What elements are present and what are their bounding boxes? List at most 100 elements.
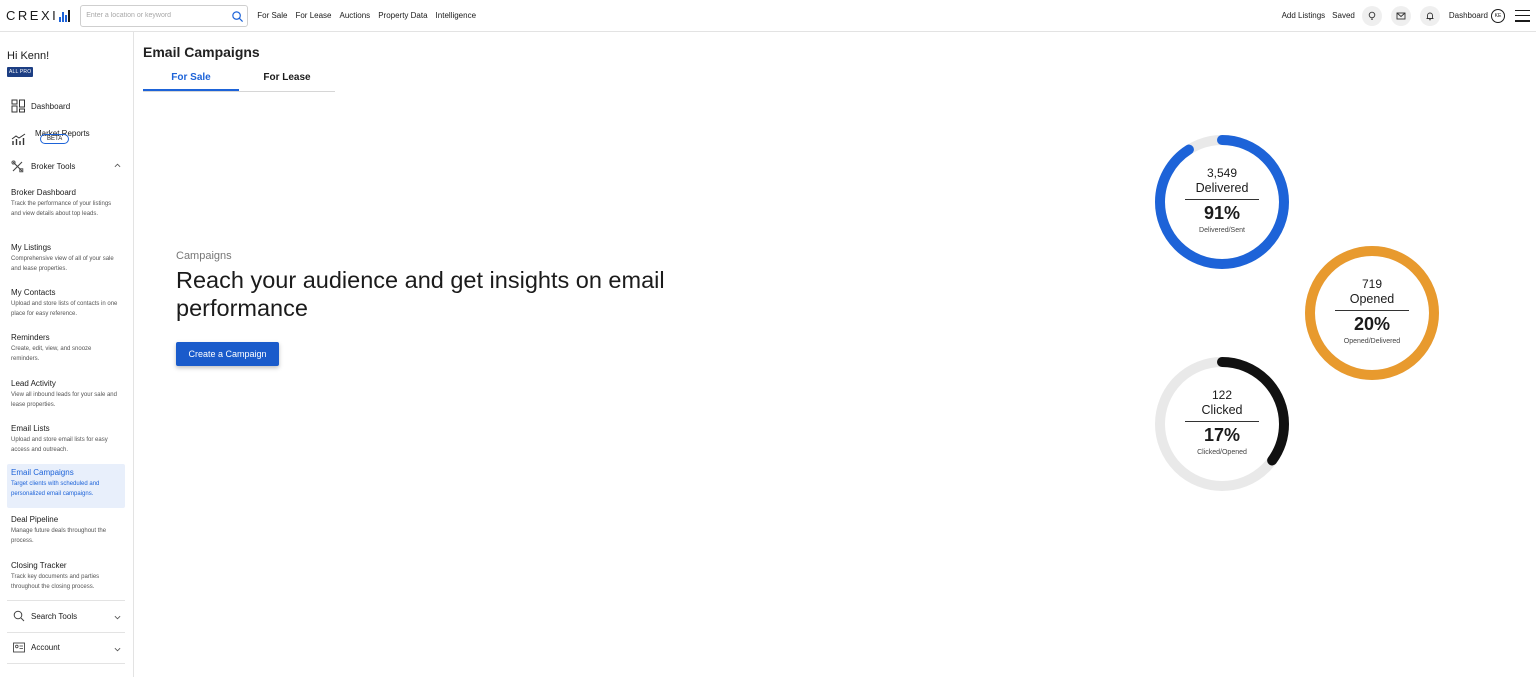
chevron-up-icon[interactable] bbox=[114, 162, 121, 169]
nav-for-sale[interactable]: For Sale bbox=[257, 11, 287, 20]
tool-title: Closing Tracker bbox=[11, 561, 67, 570]
delivered-label: Delivered bbox=[1195, 181, 1249, 195]
tab-for-sale[interactable]: For Sale bbox=[143, 66, 239, 91]
sidebar-item-label: Dashboard bbox=[31, 101, 71, 111]
sidebar-section-account[interactable]: Account bbox=[13, 642, 60, 653]
opened-percent: 20% bbox=[1353, 314, 1391, 334]
clicked-percent: 17% bbox=[1203, 425, 1241, 445]
sidebar-section-search-tools[interactable]: Search Tools bbox=[13, 610, 77, 622]
ring-content: 122 Clicked 17% Clicked/Opened bbox=[1153, 355, 1291, 493]
search-input[interactable] bbox=[86, 12, 227, 19]
ring-divider bbox=[1185, 199, 1259, 200]
add-listings-link[interactable]: Add Listings bbox=[1282, 11, 1326, 20]
clicked-count: 122 bbox=[1211, 388, 1233, 402]
tool-title: My Contacts bbox=[11, 288, 56, 297]
beta-badge: BETA bbox=[40, 134, 70, 144]
tool-title: Reminders bbox=[11, 333, 50, 342]
hamburger-menu-icon[interactable] bbox=[1515, 9, 1530, 22]
search-icon[interactable] bbox=[231, 10, 244, 23]
tool-description: Target clients with scheduled and person… bbox=[11, 481, 100, 497]
delivered-stat-ring: 3,549 Delivered 91% Delivered/Sent bbox=[1153, 133, 1291, 271]
logo-text: CREXI bbox=[6, 8, 59, 23]
clicked-ratio-label: Clicked/Opened bbox=[1197, 449, 1247, 456]
tool-title: Email Campaigns bbox=[11, 468, 74, 477]
sidebar-item-reminders[interactable]: Reminders Create, edit, view, and snooze … bbox=[7, 329, 125, 368]
top-navigation-bar: CREXI For Sale For Lease Auctions Proper… bbox=[0, 0, 1536, 32]
sidebar-item-email-campaigns[interactable]: Email Campaigns Target clients with sched… bbox=[7, 464, 125, 508]
tool-description: Track the performance of your listings a… bbox=[11, 201, 112, 217]
greeting: Hi Kenn! bbox=[7, 50, 50, 62]
tab-for-lease[interactable]: For Lease bbox=[239, 66, 335, 91]
ring-content: 3,549 Delivered 91% Delivered/Sent bbox=[1153, 133, 1291, 271]
tool-description: View all inbound leads for your sale and… bbox=[11, 392, 117, 408]
nav-auctions[interactable]: Auctions bbox=[340, 11, 371, 20]
sidebar-section-broker-tools[interactable]: Broker Tools bbox=[11, 160, 75, 173]
sidebar-item-closing-tracker[interactable]: Closing Tracker Track key documents and p… bbox=[7, 557, 125, 596]
sidebar-section-label: Search Tools bbox=[31, 611, 78, 621]
main-nav: For Sale For Lease Auctions Property Dat… bbox=[257, 11, 476, 20]
header-actions: Add Listings Saved Dashboard KE bbox=[1282, 0, 1530, 31]
logo-bars-icon bbox=[59, 9, 71, 22]
sidebar-item-deal-pipeline[interactable]: Deal Pipeline Manage future deals through… bbox=[7, 511, 125, 550]
delivered-ratio-label: Delivered/Sent bbox=[1199, 227, 1245, 234]
search-icon bbox=[13, 610, 25, 622]
delivered-count: 3,549 bbox=[1206, 166, 1238, 180]
nav-intelligence[interactable]: Intelligence bbox=[436, 11, 476, 20]
divider bbox=[7, 632, 125, 633]
page-title: Email Campaigns bbox=[143, 44, 260, 60]
dashboard-grid-icon bbox=[11, 99, 25, 113]
sidebar-section-label: Broker Tools bbox=[31, 162, 76, 171]
tool-description: Create, edit, view, and snooze reminders… bbox=[11, 346, 92, 362]
divider bbox=[7, 600, 125, 601]
dashboard-menu[interactable]: Dashboard KE bbox=[1448, 8, 1505, 23]
broker-tools-icon bbox=[11, 160, 24, 173]
saved-link[interactable]: Saved bbox=[1332, 11, 1355, 20]
sidebar: Hi Kenn! ALL PRO Dashboard Market Report… bbox=[0, 32, 134, 677]
lightbulb-icon[interactable] bbox=[1361, 5, 1382, 26]
section-eyebrow: Campaigns bbox=[176, 250, 232, 262]
ring-divider bbox=[1185, 421, 1259, 422]
sidebar-item-broker-dashboard[interactable]: Broker Dashboard Track the performance of… bbox=[7, 184, 125, 223]
account-card-icon bbox=[13, 642, 25, 653]
hero-headline: Reach your audience and get insights on … bbox=[176, 267, 665, 321]
market-chart-icon bbox=[11, 133, 26, 145]
sidebar-item-my-contacts[interactable]: My Contacts Upload and store lists of con… bbox=[7, 284, 125, 323]
tool-title: My Listings bbox=[11, 243, 52, 252]
dashboard-label: Dashboard bbox=[1448, 11, 1488, 20]
location-search-box[interactable] bbox=[80, 4, 249, 27]
tool-title: Email Lists bbox=[11, 424, 50, 433]
sidebar-item-dashboard[interactable]: Dashboard bbox=[11, 99, 70, 113]
tool-title: Lead Activity bbox=[11, 379, 56, 388]
create-campaign-button[interactable]: Create a Campaign bbox=[176, 342, 279, 366]
chevron-down-icon[interactable] bbox=[114, 646, 121, 653]
ring-content: 719 Opened 20% Opened/Delivered bbox=[1303, 244, 1441, 382]
delivered-percent: 91% bbox=[1203, 203, 1241, 223]
sidebar-section-label: Account bbox=[31, 643, 60, 652]
nav-property-data[interactable]: Property Data bbox=[378, 11, 427, 20]
nav-for-lease[interactable]: For Lease bbox=[295, 11, 331, 20]
ring-divider bbox=[1335, 310, 1409, 311]
listing-type-tabs: For Sale For Lease bbox=[143, 66, 335, 92]
opened-label: Opened bbox=[1349, 292, 1395, 306]
crexi-logo[interactable]: CREXI bbox=[6, 8, 71, 23]
opened-ratio-label: Opened/Delivered bbox=[1343, 338, 1401, 345]
opened-stat-ring: 719 Opened 20% Opened/Delivered bbox=[1303, 244, 1441, 382]
clicked-stat-ring: 122 Clicked 17% Clicked/Opened bbox=[1153, 355, 1291, 493]
divider bbox=[7, 663, 125, 664]
tool-description: Upload and store lists of contacts in on… bbox=[11, 301, 118, 317]
bell-icon[interactable] bbox=[1419, 5, 1440, 26]
clicked-label: Clicked bbox=[1201, 403, 1243, 417]
sidebar-item-email-lists[interactable]: Email Lists Upload and store email lists … bbox=[7, 420, 125, 459]
opened-count: 719 bbox=[1361, 277, 1383, 291]
plan-badge: ALL PRO bbox=[7, 67, 34, 77]
sidebar-item-my-listings[interactable]: My Listings Comprehensive view of all of … bbox=[7, 239, 125, 278]
tool-description: Upload and store email lists for easy ac… bbox=[11, 437, 108, 453]
mail-icon[interactable] bbox=[1390, 5, 1411, 26]
tool-description: Track key documents and parties througho… bbox=[11, 574, 100, 590]
tool-description: Comprehensive view of all of your sale a… bbox=[11, 256, 114, 272]
chevron-down-icon[interactable] bbox=[114, 614, 121, 621]
sidebar-item-lead-activity[interactable]: Lead Activity View all inbound leads for … bbox=[7, 375, 125, 414]
tool-description: Manage future deals throughout the proce… bbox=[11, 528, 107, 544]
avatar: KE bbox=[1491, 8, 1505, 23]
tool-title: Broker Dashboard bbox=[11, 188, 76, 197]
